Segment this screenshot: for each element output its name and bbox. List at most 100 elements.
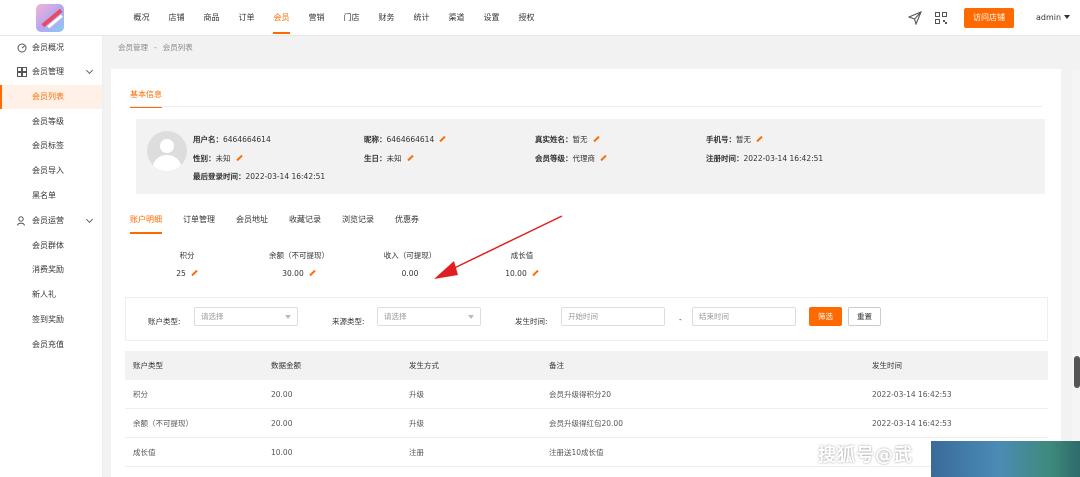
edit-icon[interactable]: [592, 135, 600, 143]
edit-icon[interactable]: [756, 135, 763, 143]
username-field: 用户名：6464664614: [193, 135, 271, 144]
account-type-label: 账户类型:: [148, 317, 181, 326]
lastlogin-field: 最后登录时间：2022-03-14 16:42:51: [193, 172, 326, 181]
table-cell: 升级: [409, 419, 424, 428]
scrollbar-thumb[interactable]: [1074, 356, 1080, 388]
tab-account-details[interactable]: 账户明细: [130, 214, 162, 234]
sidebar-item-label: 会员管理: [32, 67, 64, 76]
stat-value-balance: 30.00: [259, 269, 339, 278]
column-header: 账户类型: [133, 361, 163, 370]
sidebar-item-checkin-rewards[interactable]: 签到奖励: [0, 308, 102, 332]
edit-icon[interactable]: [406, 154, 414, 162]
sidebar-item-blacklist[interactable]: 黑名单: [0, 184, 102, 208]
send-icon[interactable]: [907, 10, 923, 26]
app-logo[interactable]: [36, 4, 64, 32]
nav-channels[interactable]: 渠道: [439, 0, 474, 36]
sidebar-item-newcomer-gift[interactable]: 新人礼: [0, 283, 102, 307]
sidebar-item-member-recharge[interactable]: 会员充值: [0, 333, 102, 357]
scrollbar-track[interactable]: [1072, 70, 1080, 477]
column-header: 数据金额: [271, 361, 301, 370]
table-cell: 注册: [409, 448, 424, 457]
tab-coupons[interactable]: 优惠券: [395, 214, 419, 234]
tab-order-management[interactable]: 订单管理: [183, 214, 215, 234]
nav-members[interactable]: 会员: [264, 0, 299, 36]
table-row: 余额（不可提现） 20.00 升级 会员升级得红包20.00 2022-03-1…: [125, 409, 1048, 438]
sidebar-item-member-tags[interactable]: 会员标签: [0, 134, 102, 158]
edit-icon[interactable]: [309, 269, 316, 277]
user-icon: [17, 216, 25, 226]
column-header: 发生方式: [409, 361, 439, 370]
end-time-input[interactable]: 结束时间: [692, 307, 796, 326]
nav-products[interactable]: 商品: [194, 0, 229, 36]
nav-marketing[interactable]: 营销: [299, 0, 334, 36]
table-cell: 积分: [133, 390, 148, 399]
edit-icon[interactable]: [235, 154, 243, 162]
breadcrumb-item[interactable]: 会员管理: [118, 43, 148, 52]
nav-store[interactable]: 店铺: [159, 0, 194, 36]
sidebar-item-label: 会员运营: [32, 216, 64, 225]
main-card: 基本信息 用户名：6464664614 昵称：6464664614 真实姓名：暂…: [111, 69, 1061, 477]
source-type-select[interactable]: 请选择: [377, 307, 481, 326]
caret-down-icon: [1064, 15, 1071, 19]
caret-down-icon: [285, 315, 291, 319]
edit-icon[interactable]: [439, 135, 446, 143]
edit-icon[interactable]: [191, 269, 198, 277]
chevron-down-icon: [85, 215, 94, 224]
table-cell: 2022-03-14 16:42:53: [872, 390, 952, 399]
nav-license[interactable]: 授权: [509, 0, 544, 36]
reset-button[interactable]: 重置: [848, 307, 881, 326]
tab-favorites[interactable]: 收藏记录: [289, 214, 321, 234]
sidebar-group-member-operations[interactable]: 会员运营: [0, 209, 102, 233]
filter-panel: 账户类型: 请选择 来源类型: 请选择 发生时间: 开始时间 - 结束时间 筛选…: [125, 297, 1048, 341]
nav-statistics[interactable]: 统计: [404, 0, 439, 36]
watermark-text: 搜狐号@武: [818, 445, 913, 466]
sidebar-item-consumption-rewards[interactable]: 消费奖励: [0, 258, 102, 282]
annotation-arrow: [434, 215, 563, 279]
filter-button[interactable]: 筛选: [809, 307, 842, 326]
start-time-input[interactable]: 开始时间: [561, 307, 665, 326]
regtime-field: 注册时间：2022-03-14 16:42:51: [706, 154, 824, 163]
table-cell: 注册送10成长值: [549, 448, 604, 457]
user-menu[interactable]: admin: [1036, 13, 1071, 22]
stat-label-points: 积分: [179, 251, 195, 260]
nav-finance[interactable]: 财务: [369, 0, 404, 36]
sidebar-item-member-list[interactable]: 会员列表: [0, 85, 102, 109]
tab-browse-history[interactable]: 浏览记录: [342, 214, 374, 234]
sidebar-group-member-management[interactable]: 会员管理: [0, 60, 102, 84]
qrcode-icon[interactable]: [934, 11, 948, 25]
edit-icon[interactable]: [600, 154, 607, 162]
watermark-background: [931, 441, 1080, 477]
tab-member-address[interactable]: 会员地址: [236, 214, 268, 234]
top-nav: 概况 店铺 商品 订单 会员 营销 门店 财务 统计 渠道 设置 授权: [124, 0, 544, 36]
user-name: admin: [1036, 13, 1062, 22]
table-row: 积分 20.00 升级 会员升级得积分20 2022-03-14 16:42:5…: [125, 380, 1048, 409]
visit-store-button[interactable]: 访问店铺: [964, 8, 1014, 28]
table-cell: 成长值: [133, 448, 156, 457]
sidebar-item-member-overview[interactable]: 会员概况: [0, 36, 102, 60]
stat-label-balance: 余额（不可提现）: [269, 251, 329, 260]
table-cell: 20.00: [271, 390, 293, 399]
sidebar-item-label: 会员概况: [32, 43, 64, 52]
breadcrumb: 会员管理 - 会员列表: [118, 42, 199, 53]
sidebar-item-member-groups[interactable]: 会员群体: [0, 234, 102, 258]
birthday-field: 生日：未知: [364, 153, 414, 164]
table-header: 账户类型 数据金额 发生方式 备注 发生时间: [125, 351, 1048, 380]
table-cell: 10.00: [271, 448, 293, 457]
nav-shops[interactable]: 门店: [334, 0, 369, 36]
gender-field: 性别：未知: [193, 153, 243, 164]
level-field: 会员等级：代理商: [535, 153, 607, 164]
account-type-select[interactable]: 请选择: [194, 307, 298, 326]
sidebar-item-member-import[interactable]: 会员导入: [0, 159, 102, 183]
sidebar-item-member-level[interactable]: 会员等级: [0, 110, 102, 134]
table-cell: 会员升级得红包20.00: [549, 419, 623, 428]
table-cell: 升级: [409, 390, 424, 399]
detail-tabs: 账户明细 订单管理 会员地址 收藏记录 浏览记录 优惠券: [130, 214, 440, 234]
breadcrumb-item: 会员列表: [162, 43, 193, 52]
nav-overview[interactable]: 概况: [124, 0, 159, 36]
column-header: 备注: [549, 361, 564, 370]
nav-settings[interactable]: 设置: [474, 0, 509, 36]
dashboard-icon: [17, 43, 27, 53]
nav-orders[interactable]: 订单: [229, 0, 264, 36]
table-cell: 会员升级得积分20: [549, 390, 612, 399]
grid-icon: [17, 67, 27, 77]
